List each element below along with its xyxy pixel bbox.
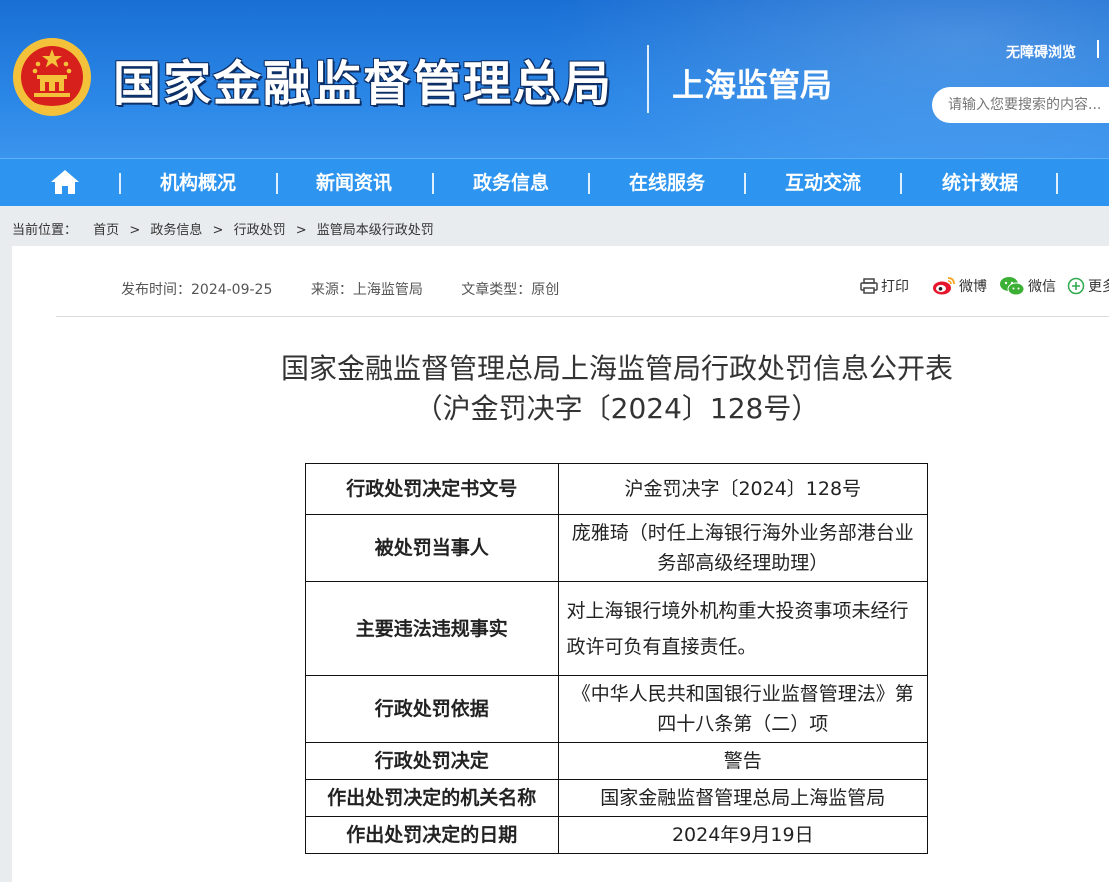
print-button[interactable]: 打印 bbox=[860, 276, 909, 296]
search-box bbox=[932, 87, 1109, 123]
article-source: 来源：上海监管局 bbox=[310, 282, 423, 298]
nav-item-statistics[interactable]: 统计数据 bbox=[902, 159, 1058, 207]
breadcrumb-item-government-info[interactable]: 政务信息 bbox=[150, 223, 202, 238]
home-icon[interactable] bbox=[50, 168, 80, 196]
search-input[interactable] bbox=[932, 87, 1109, 123]
table-key: 行政处罚依据 bbox=[305, 675, 559, 743]
table-value: 沪金罚决字〔2024〕128号 bbox=[557, 463, 929, 515]
breadcrumb-item-penalties[interactable]: 行政处罚 bbox=[234, 223, 286, 238]
nav-item-about[interactable]: 机构概况 bbox=[120, 159, 276, 207]
article-meta: 发布时间：2024-09-25 来源：上海监管局 文章类型：原创 bbox=[121, 279, 593, 299]
table-row: 主要违法违规事实 对上海银行境外机构重大投资事项未经行政许可负有直接责任。 bbox=[305, 581, 929, 676]
article-type: 文章类型：原创 bbox=[461, 282, 560, 298]
table-row: 被处罚当事人 庞雅琦（时任上海银行海外业务部港台业务部高级经理助理） bbox=[305, 514, 929, 582]
article-card: 发布时间：2024-09-25 来源：上海监管局 文章类型：原创 打印 微博 微… bbox=[12, 246, 1109, 882]
breadcrumb-item-home[interactable]: 首页 bbox=[93, 223, 119, 238]
nav-item-government-info[interactable]: 政务信息 bbox=[433, 159, 589, 207]
table-row: 作出处罚决定的机关名称 国家金融监督管理总局上海监管局 bbox=[305, 779, 929, 817]
more-label: 更多 bbox=[1088, 279, 1109, 295]
header-divider bbox=[647, 45, 649, 113]
weibo-label: 微博 bbox=[959, 279, 987, 295]
table-row: 行政处罚决定 警告 bbox=[305, 742, 929, 780]
weibo-share-button[interactable]: 微博 bbox=[932, 276, 987, 296]
breadcrumb-separator: > bbox=[295, 223, 307, 238]
table-value: 庞雅琦（时任上海银行海外业务部港台业务部高级经理助理） bbox=[557, 514, 929, 582]
table-value: 2024年9月19日 bbox=[557, 816, 929, 854]
table-row: 作出处罚决定的日期 2024年9月19日 bbox=[305, 816, 929, 854]
wechat-share-button[interactable]: 微信 bbox=[999, 276, 1056, 296]
breadcrumb-item-local-penalties[interactable]: 监管局本级行政处罚 bbox=[317, 223, 434, 238]
nav-item-interaction[interactable]: 互动交流 bbox=[745, 159, 901, 207]
publish-time: 发布时间：2024-09-25 bbox=[121, 282, 273, 298]
site-header: 国家金融监督管理总局 上海监管局 无障碍浏览 bbox=[0, 0, 1109, 158]
table-key: 主要违法违规事实 bbox=[305, 581, 559, 676]
more-share-button[interactable]: 更多 bbox=[1067, 276, 1109, 296]
national-emblem-icon bbox=[13, 38, 91, 116]
nav-separator bbox=[1056, 173, 1058, 194]
article-subtitle: （沪金罚决字〔2024〕128号） bbox=[414, 392, 820, 425]
meta-divider bbox=[56, 316, 1109, 317]
plus-circle-icon bbox=[1067, 277, 1085, 295]
table-value: 对上海银行境外机构重大投资事项未经行政许可负有直接责任。 bbox=[557, 581, 929, 676]
table-key: 作出处罚决定的机关名称 bbox=[305, 779, 559, 817]
breadcrumb: 当前位置： 首页 > 政务信息 > 行政处罚 > 监管局本级行政处罚 bbox=[12, 219, 434, 238]
penalty-info-table: 行政处罚决定书文号 沪金罚决字〔2024〕128号 被处罚当事人 庞雅琦（时任上… bbox=[305, 463, 929, 854]
nav-item-news[interactable]: 新闻资讯 bbox=[276, 159, 432, 207]
table-value: 《中华人民共和国银行业监督管理法》第四十八条第（二）项 bbox=[557, 675, 929, 743]
print-label: 打印 bbox=[881, 279, 909, 295]
table-value: 警告 bbox=[557, 742, 929, 780]
weibo-icon bbox=[933, 277, 955, 295]
nav-item-online-services[interactable]: 在线服务 bbox=[589, 159, 745, 207]
site-name: 国家金融监督管理总局 bbox=[113, 56, 614, 112]
table-value: 国家金融监督管理总局上海监管局 bbox=[557, 779, 929, 817]
wechat-label: 微信 bbox=[1028, 279, 1056, 295]
table-key: 作出处罚决定的日期 bbox=[305, 816, 559, 854]
breadcrumb-label: 当前位置： bbox=[12, 223, 78, 238]
table-key: 被处罚当事人 bbox=[305, 514, 559, 582]
header-top-separator bbox=[1097, 40, 1099, 58]
breadcrumb-separator: > bbox=[129, 223, 141, 238]
print-icon bbox=[860, 278, 878, 294]
wechat-icon bbox=[1000, 277, 1025, 296]
bureau-name: 上海监管局 bbox=[672, 66, 833, 104]
table-key: 行政处罚决定 bbox=[305, 742, 559, 780]
main-nav: 机构概况 新闻资讯 政务信息 在线服务 互动交流 统计数据 bbox=[0, 158, 1109, 206]
table-key: 行政处罚决定书文号 bbox=[305, 463, 559, 515]
breadcrumb-separator: > bbox=[212, 223, 224, 238]
table-row: 行政处罚决定书文号 沪金罚决字〔2024〕128号 bbox=[305, 463, 929, 515]
accessibility-link[interactable]: 无障碍浏览 bbox=[1006, 42, 1076, 62]
article-title: 国家金融监督管理总局上海监管局行政处罚信息公开表 bbox=[280, 352, 953, 385]
table-row: 行政处罚依据 《中华人民共和国银行业监督管理法》第四十八条第（二）项 bbox=[305, 675, 929, 743]
